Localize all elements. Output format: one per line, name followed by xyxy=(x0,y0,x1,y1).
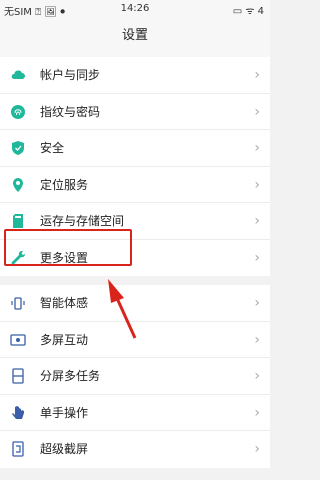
cloud-icon xyxy=(10,67,26,83)
settings-item-label: 定位服务 xyxy=(40,177,89,192)
settings-item-account-sync[interactable]: 帐户与同步 › xyxy=(0,57,270,94)
settings-item-smart-motion[interactable]: 智能体感 › xyxy=(0,285,270,322)
settings-group-features: 智能体感 › 多屏互动 › 分屏多任务 › 单手操作 › 超级截屏 › xyxy=(0,285,270,468)
settings-item-location[interactable]: 定位服务 › xyxy=(0,167,270,203)
chevron-right-icon: › xyxy=(254,67,260,83)
fingerprint-icon xyxy=(10,104,26,120)
screenshot-icon xyxy=(10,441,26,457)
status-bar: 无SIM ⍰ 🖼 ⏺ 14:26 ▭ ᯤ 4 xyxy=(0,0,270,20)
storage-icon xyxy=(10,213,26,229)
settings-item-security[interactable]: 安全 › xyxy=(0,130,270,167)
settings-item-label: 安全 xyxy=(40,141,65,155)
chevron-right-icon: › xyxy=(254,331,260,348)
settings-item-one-hand[interactable]: 单手操作 › xyxy=(0,395,270,431)
settings-item-label: 智能体感 xyxy=(40,296,89,310)
location-pin-icon xyxy=(10,177,26,193)
chevron-right-icon: › xyxy=(254,176,260,193)
page-title: 设置 xyxy=(0,20,270,58)
settings-item-label: 单手操作 xyxy=(40,405,89,420)
chevron-right-icon: › xyxy=(254,404,260,421)
screen-cast-icon xyxy=(10,332,26,348)
settings-item-label: 超级截屏 xyxy=(40,442,89,456)
chevron-right-icon: › xyxy=(254,249,260,266)
chevron-right-icon: › xyxy=(254,368,260,384)
chevron-right-icon: › xyxy=(254,103,260,120)
chevron-right-icon: › xyxy=(254,213,260,229)
settings-item-fingerprint-password[interactable]: 指纹与密码 › xyxy=(0,94,270,130)
split-screen-icon xyxy=(10,368,26,384)
settings-item-label: 分屏多任务 xyxy=(40,369,101,383)
settings-item-split-screen[interactable]: 分屏多任务 › xyxy=(0,358,270,395)
hand-icon xyxy=(10,405,26,421)
chevron-right-icon: › xyxy=(254,441,260,457)
chevron-right-icon: › xyxy=(254,295,260,311)
clock: 14:26 xyxy=(120,3,150,14)
motion-icon xyxy=(10,295,26,311)
settings-item-multi-screen[interactable]: 多屏互动 › xyxy=(0,322,270,358)
shield-icon xyxy=(10,140,26,156)
highlight-box xyxy=(4,229,132,266)
settings-item-label: 帐户与同步 xyxy=(40,68,101,82)
chevron-right-icon: › xyxy=(254,140,260,156)
settings-item-label: 指纹与密码 xyxy=(40,104,101,119)
settings-item-super-screenshot[interactable]: 超级截屏 › xyxy=(0,431,270,468)
settings-item-label: 多屏互动 xyxy=(40,332,89,347)
system-indicators: ▭ ᯤ 4 xyxy=(232,6,264,17)
